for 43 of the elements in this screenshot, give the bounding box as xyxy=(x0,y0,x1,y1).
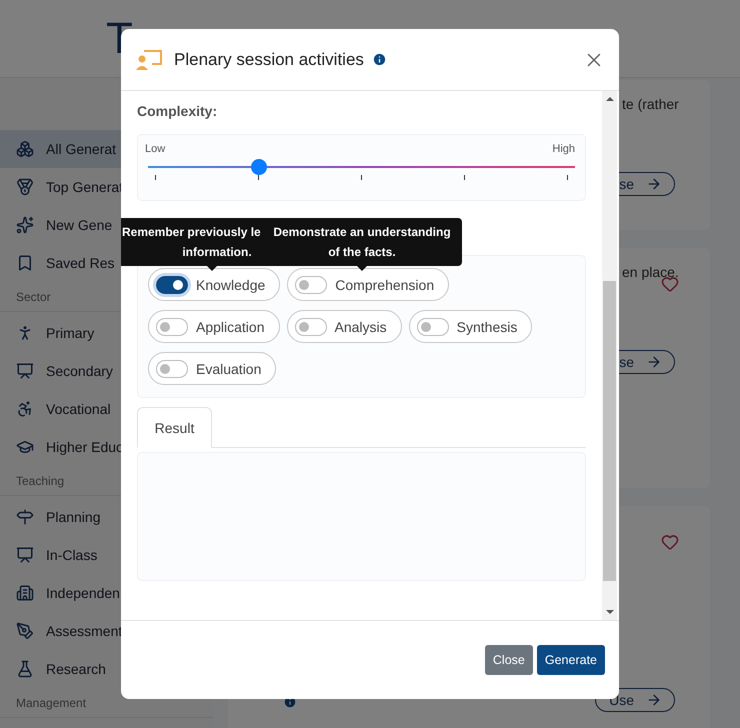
toggle-chip[interactable]: Synthesis xyxy=(408,310,532,343)
dialog-title: Plenary session activities xyxy=(174,50,364,70)
card-text: en place. xyxy=(622,264,679,280)
heart-icon[interactable] xyxy=(661,533,679,551)
card-text: te (rather xyxy=(622,96,679,112)
slider-thumb[interactable] xyxy=(251,159,268,175)
accessibility-icon xyxy=(16,400,34,418)
bookmark-icon xyxy=(16,254,34,272)
presentation-icon xyxy=(136,48,162,70)
scrollbar[interactable] xyxy=(602,91,617,620)
tick-mark xyxy=(464,175,465,180)
board-icon xyxy=(16,546,34,564)
toggle-switch[interactable] xyxy=(294,318,326,336)
graduation-cap-icon xyxy=(16,438,34,456)
toggle-chip[interactable]: Knowledge xyxy=(148,268,280,301)
toggle-switch[interactable] xyxy=(295,276,328,294)
medal-icon xyxy=(16,178,34,196)
tick-mark xyxy=(361,175,362,180)
info-icon[interactable] xyxy=(372,52,387,67)
flask-icon xyxy=(16,660,34,678)
tick-mark xyxy=(258,175,259,180)
building-icon xyxy=(16,584,34,602)
generate-button[interactable]: Generate xyxy=(536,645,605,675)
toggle-chip[interactable]: Comprehension xyxy=(287,268,450,301)
toggle-chip[interactable]: Analysis xyxy=(286,310,402,343)
tick-mark xyxy=(155,175,156,180)
toggle-switch[interactable] xyxy=(416,318,449,336)
tick-mark xyxy=(567,175,568,180)
board-icon xyxy=(16,362,34,380)
complexity-label: Complexity: xyxy=(137,103,218,119)
slider-max-label: High xyxy=(552,143,575,155)
toggle-switch[interactable] xyxy=(156,318,188,336)
toggle-chip[interactable]: Application xyxy=(148,310,280,343)
slider-min-label: Low xyxy=(145,143,166,155)
signpost-icon xyxy=(16,508,34,526)
pen-icon xyxy=(16,622,34,640)
arrow-right-icon xyxy=(646,692,662,708)
result-tab[interactable]: Result xyxy=(137,407,212,448)
sparkles-icon xyxy=(16,216,34,234)
close-button[interactable]: Close xyxy=(484,645,533,675)
toggle-switch[interactable] xyxy=(156,360,188,378)
toggle-chip[interactable]: Evaluation xyxy=(148,352,276,385)
boxes-icon xyxy=(16,140,34,158)
